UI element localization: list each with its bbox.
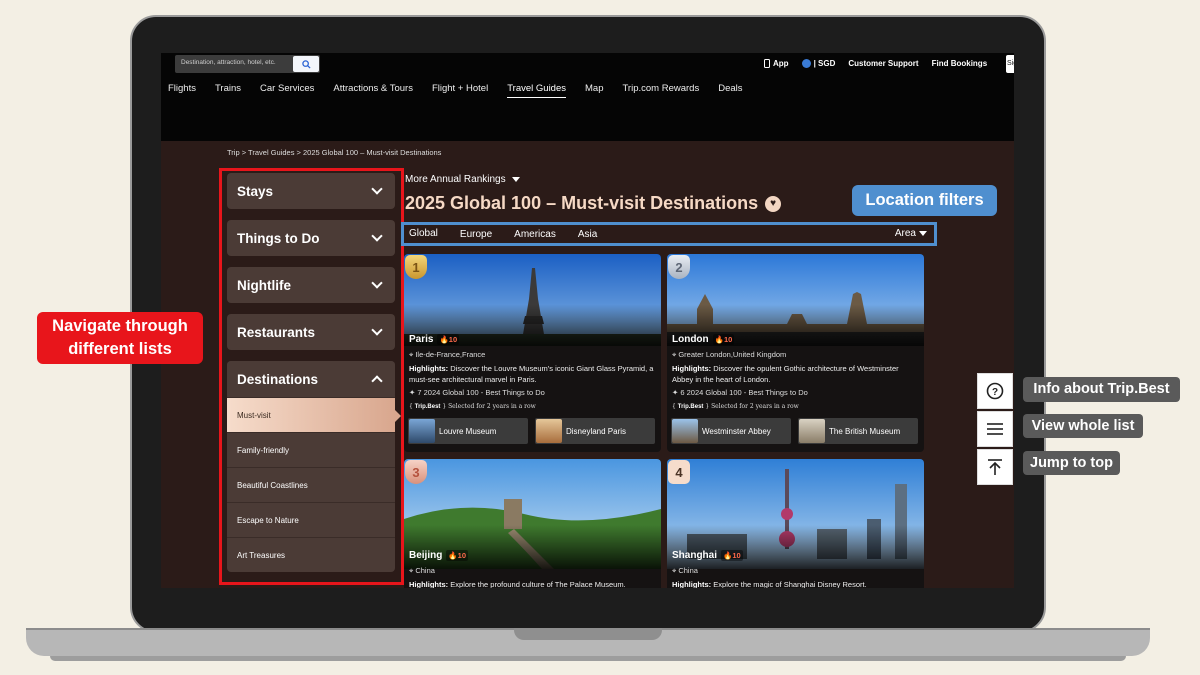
hamburger-icon <box>987 423 1003 435</box>
nav-flight-hotel[interactable]: Flight + Hotel <box>432 83 488 98</box>
filters-highlight-box <box>401 222 937 246</box>
city-name: Paris 🔥10 <box>409 334 460 345</box>
hot-score: 🔥10 <box>446 550 469 561</box>
globe-icon <box>801 59 811 68</box>
rank-badge: 1 <box>405 255 427 279</box>
nav-attractions-tours[interactable]: Attractions & Tours <box>333 83 413 98</box>
nav-deals[interactable]: Deals <box>718 83 742 98</box>
highlight-text: Highlights: Discover the Louvre Museum's… <box>409 364 654 384</box>
callout-view-list: View whole list <box>1023 414 1143 438</box>
heart-icon[interactable]: ♥ <box>765 195 782 212</box>
hot-score: 🔥10 <box>712 334 735 345</box>
trip-best-badge: { Trip.Best } Selected for 2 years in a … <box>672 403 799 410</box>
search-icon <box>301 59 311 69</box>
customer-support-link[interactable]: Customer Support <box>848 59 918 68</box>
search-input[interactable]: Destination, attraction, hotel, etc. <box>181 59 276 66</box>
app-link[interactable]: App <box>764 59 789 68</box>
sidebar-highlight-box <box>219 168 404 585</box>
location-text: ⌖ Greater London,United Kingdom <box>672 350 787 359</box>
destination-card[interactable]: 4 Shanghai 🔥10 ⌖ China Highlights: Explor… <box>667 459 924 588</box>
view-list-button[interactable] <box>977 411 1013 447</box>
nav-travel-guides[interactable]: Travel Guides <box>507 83 566 98</box>
nav-rewards[interactable]: Trip.com Rewards <box>622 83 699 98</box>
location-text: ⌖ China <box>409 566 435 575</box>
city-name: Beijing 🔥10 <box>409 550 469 561</box>
more-rankings-dropdown[interactable]: More Annual Rankings <box>405 174 520 185</box>
top-links: App | SGD Customer Support Find Bookings <box>764 59 987 68</box>
phone-icon <box>764 59 770 68</box>
highlight-text: Highlights: Discover the opulent Gothic … <box>672 364 899 384</box>
callout-location-filters: Location filters <box>852 185 997 216</box>
award-line: ✦ 6 2024 Global 100 - Best Things to Do <box>672 388 808 397</box>
destination-card[interactable]: 2 London 🔥10 ⌖ Greater London,United King… <box>667 254 924 452</box>
location-text: ⌖ China <box>672 566 698 575</box>
rank-badge: 2 <box>668 255 690 279</box>
jump-top-button[interactable] <box>977 449 1013 485</box>
search-box[interactable]: Destination, attraction, hotel, etc. <box>175 55 320 73</box>
hot-score: 🔥10 <box>437 334 460 345</box>
destination-card[interactable]: 3 Beijing 🔥10 ⌖ China Highlights: Explore… <box>404 459 661 588</box>
attraction-chip[interactable]: Westminster Abbey <box>671 418 791 444</box>
arrow-up-to-line-icon <box>988 459 1002 475</box>
callout-jump-top: Jump to top <box>1023 451 1120 475</box>
attraction-chip[interactable]: The British Museum <box>798 418 918 444</box>
main-nav: Flights Trains Car Services Attractions … <box>168 83 762 98</box>
city-name: London 🔥10 <box>672 334 735 345</box>
award-line: ✦ 7 2024 Global 100 - Best Things to Do <box>409 388 545 397</box>
nav-trains[interactable]: Trains <box>215 83 241 98</box>
callout-navigate: Navigate through different lists <box>37 312 203 364</box>
rank-badge: 3 <box>405 460 427 484</box>
nav-flights[interactable]: Flights <box>168 83 196 98</box>
city-name: Shanghai 🔥10 <box>672 550 743 561</box>
laptop-notch <box>514 628 662 640</box>
rank-badge: 4 <box>668 460 690 484</box>
question-circle-icon: ? <box>986 382 1004 400</box>
trip-best-badge: { Trip.Best } Selected for 2 years in a … <box>409 403 536 410</box>
breadcrumb[interactable]: Trip > Travel Guides > 2025 Global 100 –… <box>227 148 441 157</box>
highlight-text: Highlights: Explore the profound culture… <box>409 580 626 588</box>
attraction-thumb <box>799 419 825 443</box>
caret-down-icon <box>511 177 520 182</box>
destination-card[interactable]: 1 Paris 🔥10 ⌖ Ile-de-France,France Highli… <box>404 254 661 452</box>
site-header: Destination, attraction, hotel, etc. App… <box>161 53 1014 141</box>
attraction-thumb <box>409 419 435 443</box>
svg-text:?: ? <box>992 387 998 398</box>
sign-in-button[interactable]: Sig <box>1006 55 1014 73</box>
nav-car-services[interactable]: Car Services <box>260 83 314 98</box>
paris-photo <box>404 254 661 346</box>
info-button[interactable]: ? <box>977 373 1013 409</box>
callout-info: Info about Trip.Best <box>1023 377 1180 402</box>
attraction-thumb <box>536 419 562 443</box>
highlight-text: Highlights: Explore the magic of Shangha… <box>672 580 867 588</box>
page-title: 2025 Global 100 – Must-visit Destination… <box>405 193 782 214</box>
search-button[interactable] <box>293 56 319 72</box>
laptop-foot <box>50 656 1126 661</box>
attraction-chip[interactable]: Disneyland Paris <box>535 418 655 444</box>
nav-map[interactable]: Map <box>585 83 603 98</box>
attraction-thumb <box>672 419 698 443</box>
currency-selector[interactable]: | SGD <box>801 59 835 68</box>
location-text: ⌖ Ile-de-France,France <box>409 350 486 359</box>
london-photo <box>667 254 924 346</box>
attraction-chip[interactable]: Louvre Museum <box>408 418 528 444</box>
find-bookings-link[interactable]: Find Bookings <box>932 59 988 68</box>
hot-score: 🔥10 <box>721 550 743 561</box>
